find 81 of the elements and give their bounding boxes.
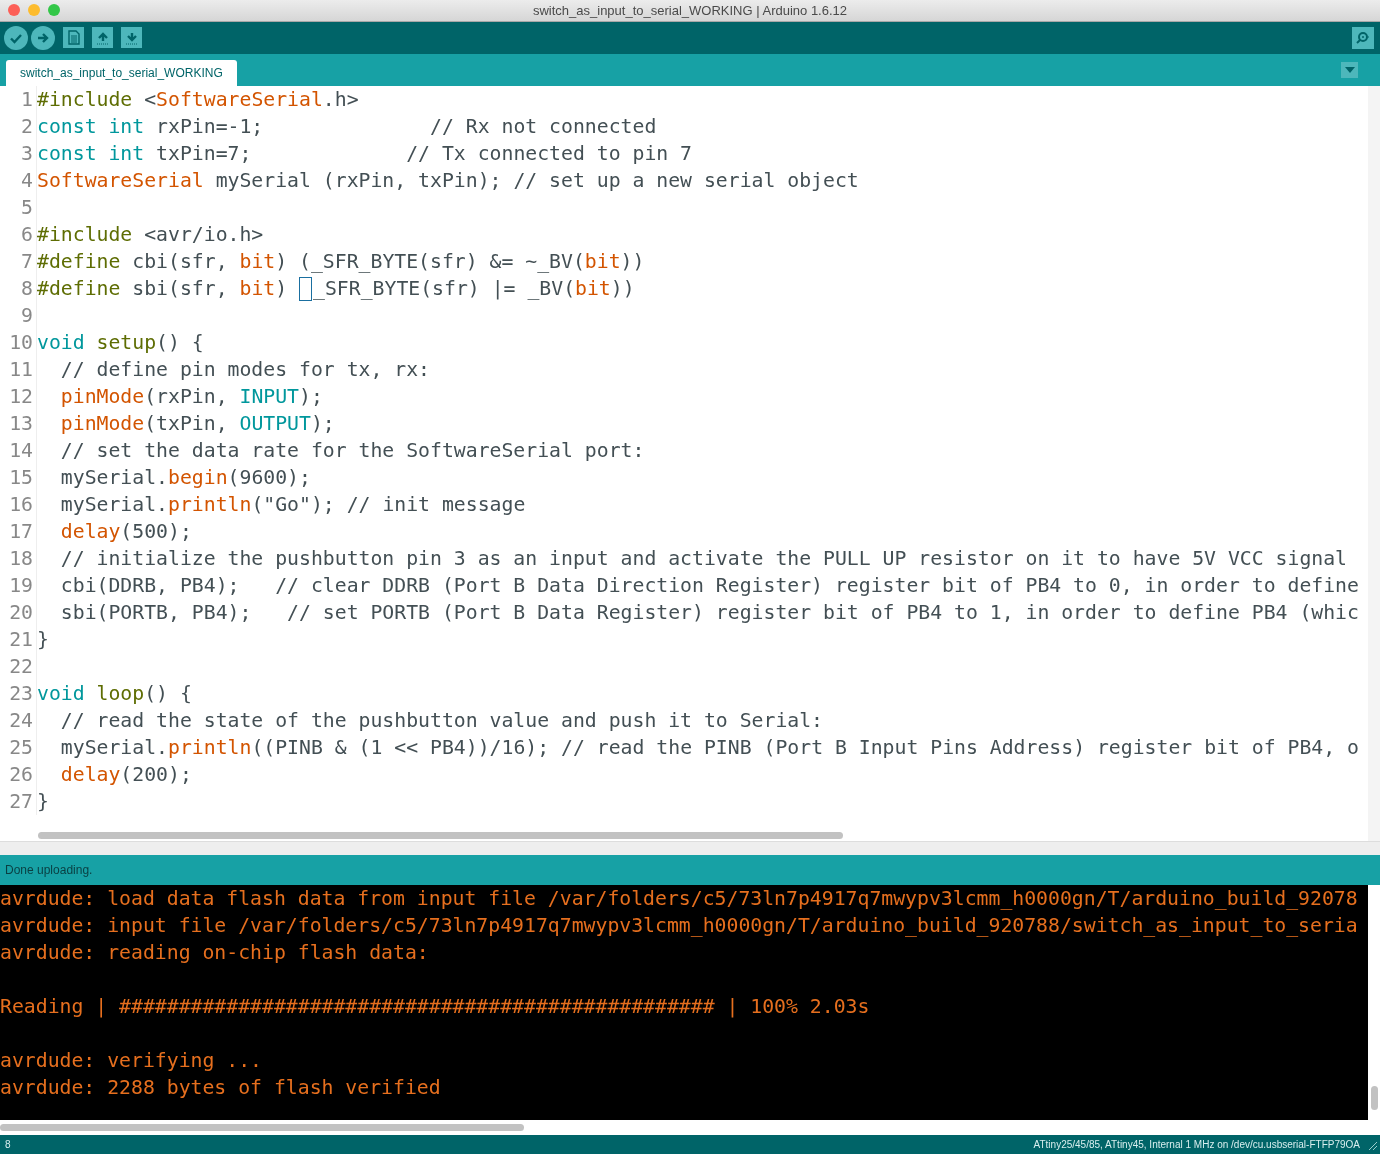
code-line: const int txPin=7; // Tx connected to pin 7 (37, 140, 693, 167)
line-number: 27 (0, 787, 37, 815)
code-line: mySerial.begin(9600); (59, 464, 311, 491)
line-number: 26 (0, 760, 37, 788)
line-number: 5 (0, 193, 37, 221)
code-line: #include <avr/io.h> (37, 221, 264, 248)
scrollbar-thumb[interactable] (38, 831, 843, 839)
line-number: 14 (0, 436, 37, 464)
document-icon (67, 30, 80, 46)
line-number: 23 (0, 679, 37, 707)
up-arrow-icon (95, 30, 110, 45)
code-line: sbi(PORTB, PB4); // set PORTB (Port B Data Register) register bit of PB4 to 1, in order to define PB4 (whic (59, 599, 1359, 626)
code-line: SoftwareSerial mySerial (rxPin, txPin); // set up a new serial object (37, 167, 859, 194)
status-message: Done uploading. (0, 855, 1380, 886)
code-line: pinMode(rxPin, INPUT); (59, 383, 323, 410)
code-line: delay(200); (59, 761, 192, 788)
console-line: avrdude: load data flash data from input file /var/folders/c5/73ln7p4917q7mwypv3lcmm_h0000gn/T/arduino_build_92078 (0, 886, 1359, 913)
verify-button[interactable] (4, 25, 28, 50)
caret-icon (1344, 66, 1355, 73)
line-number: 10 (0, 328, 37, 356)
line-number: 22 (0, 652, 37, 680)
scrollbar-thumb[interactable] (1370, 1086, 1378, 1110)
line-number: 8 (0, 274, 37, 302)
line-number: 24 (0, 706, 37, 734)
code-line: #define sbi(sfr, bit) _SFR_BYTE(sfr) |= _BV(bit)) (37, 275, 635, 302)
line-number: 25 (0, 733, 37, 761)
code-line: } (37, 626, 49, 653)
line-number: 15 (0, 463, 37, 491)
line-number: 21 (0, 625, 37, 653)
line-number: 19 (0, 571, 37, 599)
splitter-bar[interactable] (0, 841, 1380, 856)
code-line: // define pin modes for tx, rx: (59, 356, 430, 383)
down-arrow-icon (124, 30, 139, 45)
line-number-indicator: 8 (5, 1139, 11, 1150)
scrollbar-thumb[interactable] (0, 1124, 524, 1131)
line-number: 13 (0, 409, 37, 437)
magnifier-icon (1355, 30, 1371, 45)
file-tab[interactable]: switch_as_input_to_serial_WORKING (6, 59, 237, 86)
window-title: switch_as_input_to_serial_WORKING | Arduino 1.6.12 (531, 3, 849, 18)
line-number: 16 (0, 490, 37, 518)
line-number: 4 (0, 166, 37, 194)
upload-button[interactable] (31, 25, 55, 50)
tab-menu-button[interactable] (1341, 61, 1358, 78)
code-line: void loop() { (37, 680, 192, 707)
console-line: avrdude: verifying ... (0, 1048, 263, 1075)
code-line: // initialize the pushbutton pin 3 as an input and activate the PULL UP resistor on it to have 5V VCC signal (59, 545, 1348, 572)
code-line: // read the state of the pushbutton value and push it to Serial: (59, 707, 823, 734)
line-number: 11 (0, 355, 37, 383)
line-number: 18 (0, 544, 37, 572)
line-number: 12 (0, 382, 37, 410)
code-line: mySerial.println("Go"); // init message (59, 491, 526, 518)
close-window-button[interactable] (8, 4, 20, 17)
board-info: ATtiny25/45/85, ATtiny45, Internal 1 MHz on /dev/cu.usbserial-FTFP79OA (1033, 1139, 1360, 1150)
code-line: const int rxPin=-1; // Rx not connected (37, 113, 657, 140)
code-line: } (37, 788, 49, 815)
console-line: avrdude: input file /var/folders/c5/73ln7p4917q7mwypv3lcmm_h0000gn/T/arduino_build_920788/switch_as_input_to_seria (0, 913, 1359, 940)
line-number: 6 (0, 220, 37, 248)
line-number: 7 (0, 247, 37, 275)
console-line: Reading | ################################################## | 100% 2.03s (0, 994, 871, 1021)
line-number: 1 (0, 85, 37, 113)
serial-monitor-button[interactable] (1352, 26, 1374, 49)
code-line: mySerial.println((PINB & (1 << PB4))/16); // read the PINB (Port B Input Pins Address) register bit of PB4, o (59, 734, 1359, 761)
code-line: #define cbi(sfr, bit) (_SFR_BYTE(sfr) &= ~_BV(bit)) (37, 248, 645, 275)
open-button[interactable] (92, 27, 113, 49)
line-number: 3 (0, 139, 37, 167)
new-sketch-button[interactable] (63, 27, 84, 49)
line-number: 17 (0, 517, 37, 545)
console-line: avrdude: reading on-chip flash data: (0, 940, 430, 967)
console-line: avrdude: 2288 bytes of flash verified (0, 1075, 442, 1102)
line-number: 2 (0, 112, 37, 140)
code-line: delay(500); (59, 518, 192, 545)
code-line: void setup() { (37, 329, 204, 356)
right-arrow-icon (36, 30, 50, 45)
save-button[interactable] (121, 27, 142, 49)
line-number: 20 (0, 598, 37, 626)
zoom-window-button[interactable] (48, 4, 60, 17)
code-line: pinMode(txPin, OUTPUT); (59, 410, 335, 437)
code-line: cbi(DDRB, PB4); // clear DDRB (Port B Data Direction Register) register bit of PB4 to 0, in order to define (59, 572, 1359, 599)
code-line: // set the data rate for the SoftwareSerial port: (59, 437, 645, 464)
line-number: 9 (0, 301, 37, 329)
code-line: #include <SoftwareSerial.h> (37, 86, 359, 113)
